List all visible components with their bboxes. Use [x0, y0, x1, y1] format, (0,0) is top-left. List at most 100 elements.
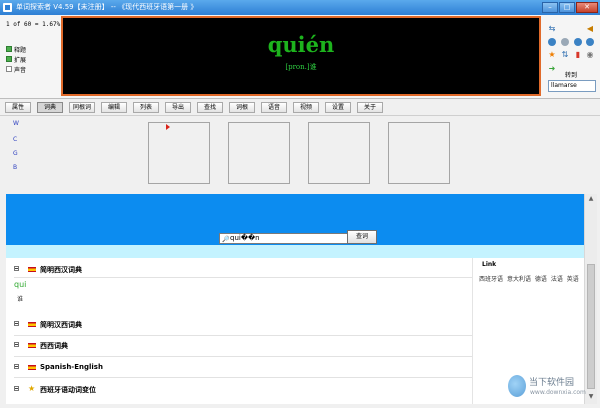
image-card[interactable] [308, 122, 370, 184]
title-bar: 单词探索者 V4.59【未注册】 -- 《现代西班牙语第一册 》 – □ ✕ [0, 0, 600, 15]
watermark-logo-icon [508, 375, 526, 397]
side-link-g[interactable]: G [13, 150, 18, 157]
scroll-up-icon[interactable]: ▲ [587, 196, 595, 202]
search-banner [6, 194, 584, 229]
link-item[interactable]: 西班牙语 [479, 276, 503, 283]
extend-checkbox[interactable] [6, 56, 12, 62]
link-item[interactable]: 法语 [551, 276, 563, 283]
goto-label: 转到 [565, 72, 578, 79]
search-button[interactable]: 查词 [347, 230, 377, 244]
play-icon[interactable] [586, 38, 594, 46]
option-extend[interactable]: 扩展 [6, 54, 26, 64]
maximize-button[interactable]: □ [559, 2, 575, 13]
dictionary-section[interactable]: 简明汉西词典 [6, 316, 472, 333]
bars-icon[interactable]: ▮ [574, 51, 582, 59]
tab-export[interactable]: 导出 [165, 102, 191, 113]
tab-about[interactable]: 关于 [357, 102, 383, 113]
display-word: quién [267, 32, 335, 57]
link-item[interactable]: 德语 [535, 276, 547, 283]
word-display: quién [pron.]谁 [61, 16, 541, 96]
dictionary-section[interactable]: ★ 西班牙语动词变位 [6, 381, 472, 398]
goto-input[interactable]: llamarse [548, 80, 596, 92]
dictionary-name: 简明汉西词典 [40, 321, 82, 329]
close-button[interactable]: ✕ [576, 2, 598, 13]
link-list: 西班牙语 意大利语 德语 法语 英语 [479, 274, 581, 283]
image-card[interactable] [228, 122, 290, 184]
side-link-w[interactable]: W [13, 120, 19, 127]
tab-bar: 属性 词典 同根词 编辑 列表 导出 查找 词根 语音 视频 设置 关于 [0, 99, 600, 116]
explain-label: 释题 [14, 46, 27, 54]
display-pronunciation: [pron.]谁 [285, 63, 317, 71]
eye-icon[interactable]: ◉ [586, 51, 594, 59]
collapse-icon[interactable] [14, 342, 19, 347]
prev-icon[interactable] [548, 38, 556, 46]
search-icon: 🔎 [222, 236, 230, 243]
divider [14, 356, 472, 357]
search-bar: 🔎 qui��n 查词 [6, 229, 584, 245]
marker-icon [166, 124, 170, 130]
dictionary-name: 西班牙语动词变位 [40, 386, 96, 394]
window-title: 单词探索者 V4.59【未注册】 -- 《现代西班牙语第一册 》 [16, 3, 198, 11]
watermark: 当下软件园 www.downxia.com [508, 373, 598, 405]
dictionary-section[interactable]: 简明西汉词典 [6, 261, 472, 278]
progress-counter: 1 of 60 = 1.67% [6, 21, 61, 28]
link-item[interactable]: 意大利语 [507, 276, 531, 283]
entry-word[interactable]: qui [14, 280, 26, 289]
extend-label: 扩展 [14, 56, 27, 64]
link-item[interactable]: 英语 [567, 276, 579, 283]
divider [14, 277, 472, 278]
spain-flag-icon [28, 365, 36, 370]
speaker-icon[interactable]: ◀ [586, 25, 594, 33]
divider [14, 335, 472, 336]
window-controls: – □ ✕ [542, 2, 598, 13]
tab-dictionary[interactable]: 词典 [37, 102, 63, 113]
option-sound[interactable]: 声音 [6, 64, 26, 74]
scroll-thumb[interactable] [587, 264, 595, 389]
goto-arrow-icon[interactable]: ➜ [548, 65, 556, 73]
image-card[interactable] [148, 122, 210, 184]
image-card[interactable] [388, 122, 450, 184]
option-explain[interactable]: 释题 [6, 44, 26, 54]
sound-checkbox[interactable] [6, 66, 12, 72]
next-icon[interactable] [574, 38, 582, 46]
search-value: qui��n [230, 234, 260, 242]
playback-controls: ⇆ ◀ ★ ⇅ ▮ ◉ ➜ 转到 llamarse [545, 20, 600, 96]
options-group: 释题 扩展 声音 [6, 44, 26, 74]
dictionary-name: Spanish-English [40, 363, 103, 371]
minimize-button[interactable]: – [542, 2, 558, 13]
tab-same-root[interactable]: 同根词 [69, 102, 95, 113]
star-icon: ★ [28, 384, 36, 393]
tab-list[interactable]: 列表 [133, 102, 159, 113]
image-cards-area: W C G B [0, 116, 600, 190]
collapse-icon[interactable] [14, 364, 19, 369]
tab-edit[interactable]: 编辑 [101, 102, 127, 113]
tab-video[interactable]: 视频 [293, 102, 319, 113]
app-icon [3, 3, 12, 12]
repeat-icon[interactable]: ⇆ [548, 25, 556, 33]
tab-properties[interactable]: 属性 [5, 102, 31, 113]
tab-root[interactable]: 词根 [229, 102, 255, 113]
tab-voice[interactable]: 语音 [261, 102, 287, 113]
watermark-url: www.downxia.com [530, 389, 586, 396]
explain-checkbox[interactable] [6, 46, 12, 52]
sort-icon[interactable]: ⇅ [561, 51, 569, 59]
collapse-icon[interactable] [14, 266, 19, 271]
watermark-title: 当下软件园 [529, 378, 575, 388]
side-link-b[interactable]: B [13, 164, 17, 171]
collapse-icon[interactable] [14, 386, 19, 391]
collapse-icon[interactable] [14, 321, 19, 326]
side-link-c[interactable]: C [13, 136, 17, 143]
spain-flag-icon [28, 343, 36, 348]
dictionary-results: 简明西汉词典 qui 谁 简明汉西词典 西西词典 Spanish-English… [6, 258, 584, 404]
spain-flag-icon [28, 322, 36, 327]
stop-icon[interactable] [561, 38, 569, 46]
dictionary-section[interactable]: Spanish-English [6, 359, 472, 376]
star-icon[interactable]: ★ [548, 51, 556, 59]
link-title: Link [482, 261, 497, 268]
sound-label: 声音 [14, 66, 27, 74]
tab-settings[interactable]: 设置 [325, 102, 351, 113]
tab-find[interactable]: 查找 [197, 102, 223, 113]
dictionary-section[interactable]: 西西词典 [6, 337, 472, 354]
dictionary-name: 西西词典 [40, 342, 68, 350]
search-input[interactable]: 🔎 qui��n [219, 233, 349, 244]
